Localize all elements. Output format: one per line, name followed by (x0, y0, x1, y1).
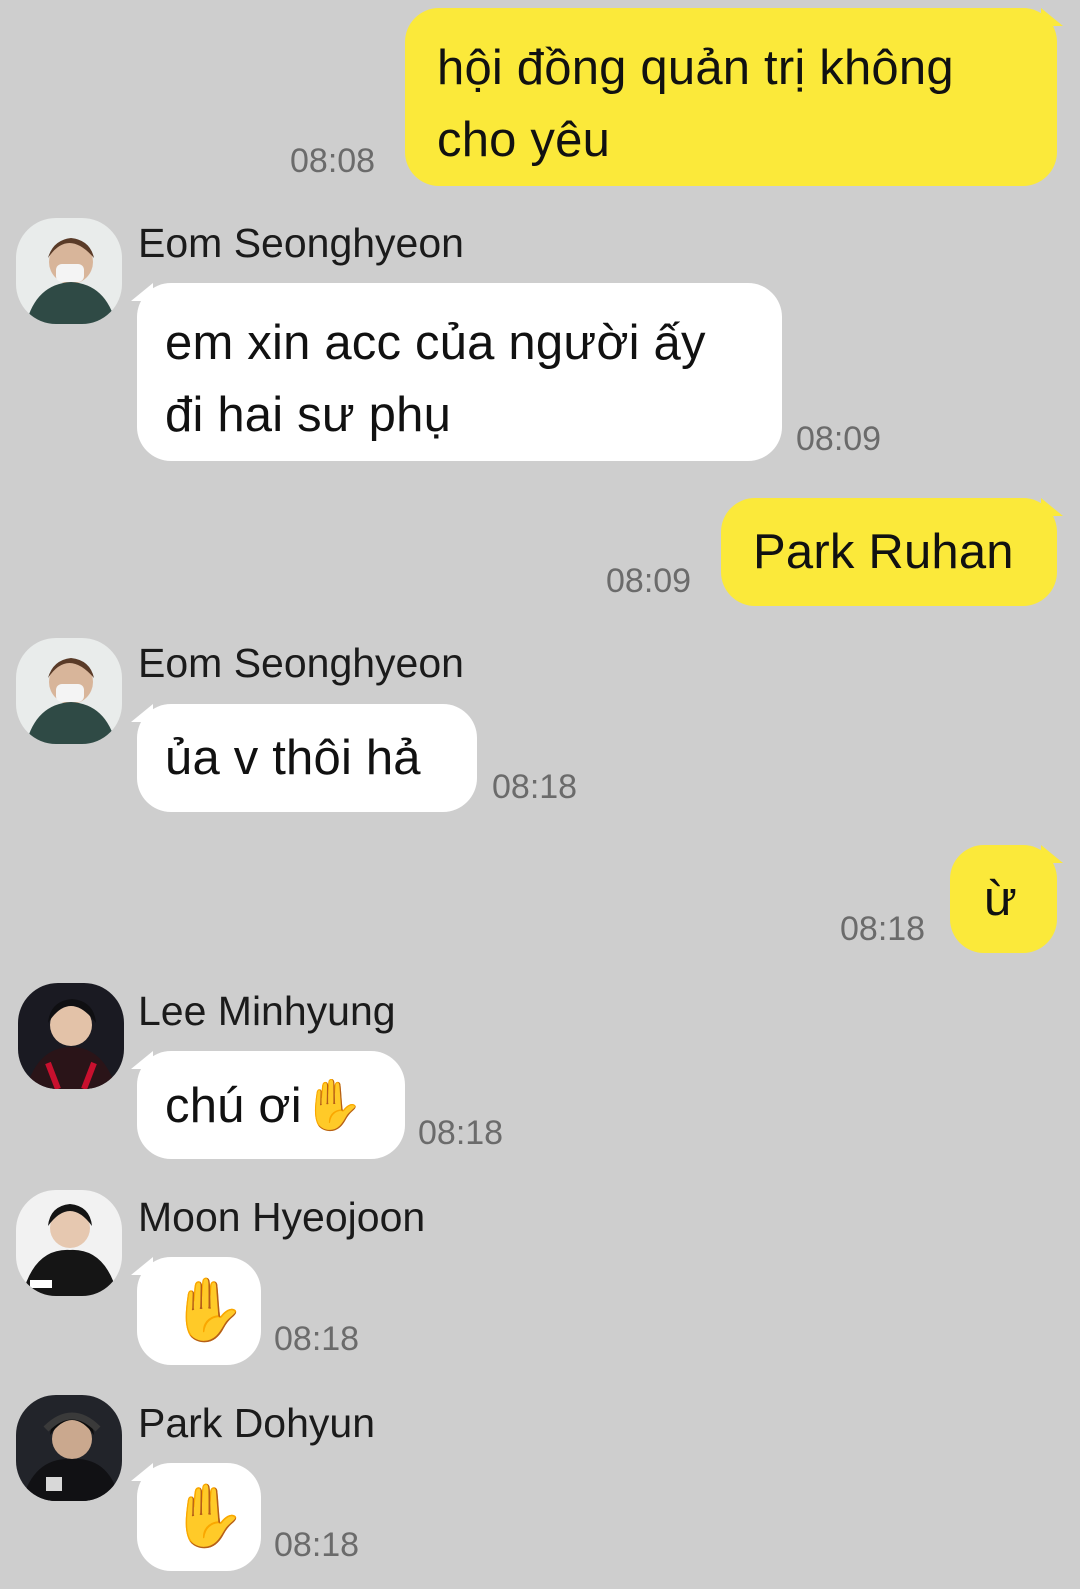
sender-name: Lee Minhyung (138, 988, 396, 1034)
avatar[interactable] (18, 983, 124, 1089)
incoming-message-bubble[interactable]: chú ơi✋ (131, 1051, 405, 1159)
avatar[interactable] (16, 218, 122, 324)
outgoing-message-bubble[interactable]: Park Ruhan (721, 498, 1063, 606)
message-timestamp: 08:18 (418, 1114, 504, 1152)
message-timestamp: 08:09 (606, 562, 692, 600)
outgoing-message-bubble[interactable]: hội đồng quản trị không cho yêu (405, 8, 1063, 186)
raised-hand-emoji-icon: ✋ (301, 1077, 365, 1133)
message-text-line: hội đồng quản trị không (437, 41, 954, 95)
profile-photo-icon (16, 218, 122, 324)
message-text-line: cho yêu (437, 113, 611, 167)
message-text-line: em xin acc của người ấy (165, 316, 706, 370)
avatar[interactable] (16, 1395, 122, 1501)
sender-name: Moon Hyeojoon (138, 1194, 426, 1240)
message-text: Park Ruhan (753, 525, 1014, 579)
message-timestamp: 08:09 (796, 420, 882, 458)
profile-photo-icon (16, 1395, 122, 1501)
message-timestamp: 08:08 (290, 142, 376, 180)
profile-photo-icon (16, 638, 122, 744)
message-timestamp: 08:18 (840, 910, 926, 948)
message-timestamp: 08:18 (274, 1526, 360, 1564)
message-text: ủa v thôi hả (165, 731, 421, 785)
incoming-message-bubble[interactable]: ✋ (131, 1257, 261, 1365)
outgoing-message-bubble[interactable]: ừ (950, 845, 1063, 953)
message-timestamp: 08:18 (492, 768, 578, 806)
message-text: ừ (984, 872, 1018, 926)
message-text-line: đi hai sư phụ (165, 388, 452, 442)
sender-name: Eom Seonghyeon (138, 640, 464, 686)
raised-hand-emoji-icon: ✋ (169, 1482, 247, 1551)
profile-photo-icon (18, 983, 124, 1089)
message-text: chú ơi (165, 1079, 302, 1133)
sender-name: Eom Seonghyeon (138, 220, 464, 266)
avatar[interactable] (16, 1190, 122, 1296)
incoming-message-bubble[interactable]: em xin acc của người ấy đi hai sư phụ (131, 283, 782, 461)
sender-name: Park Dohyun (138, 1400, 376, 1446)
message-timestamp: 08:18 (274, 1320, 360, 1358)
incoming-message-bubble[interactable]: ✋ (131, 1463, 261, 1571)
incoming-message-bubble[interactable]: ủa v thôi hả (131, 704, 477, 812)
raised-hand-emoji-icon: ✋ (169, 1276, 247, 1345)
profile-photo-icon (16, 1190, 122, 1296)
avatar[interactable] (16, 638, 122, 744)
